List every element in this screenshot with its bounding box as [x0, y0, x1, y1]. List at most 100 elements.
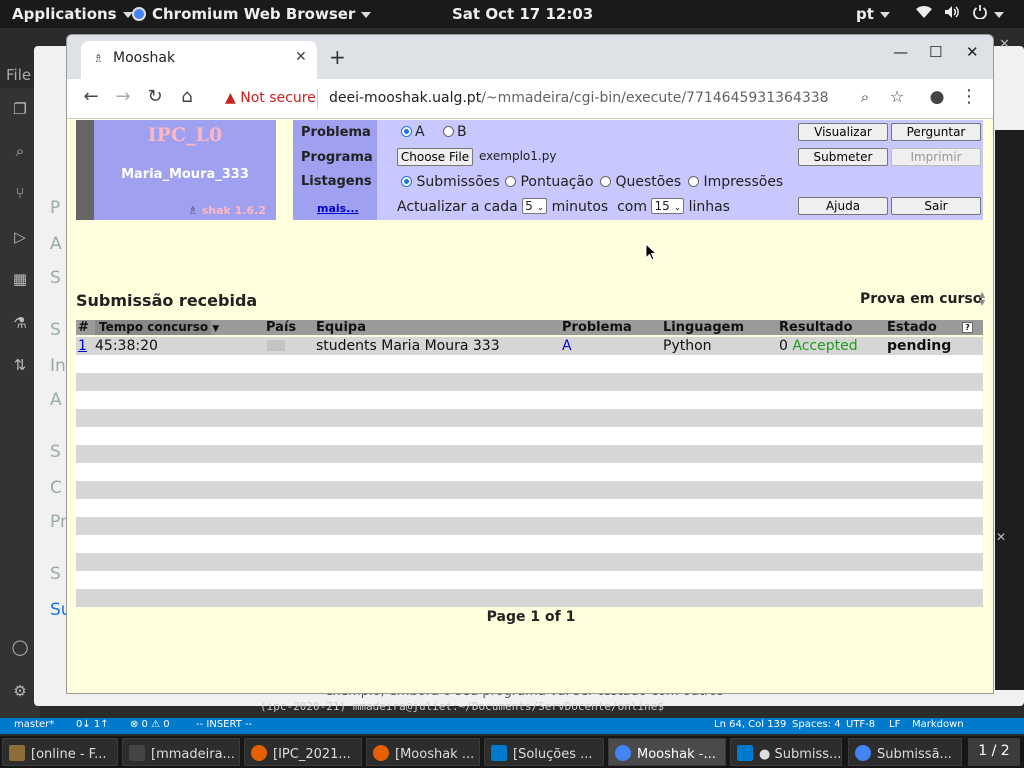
taskbar-item[interactable]: [Soluções ... — [484, 738, 604, 766]
minutes-label: minutos — [551, 199, 609, 215]
control-labels: Problema Programa Listagens mais... — [293, 120, 377, 220]
radio-unselected[interactable] — [443, 126, 454, 137]
chevron-down-icon — [361, 11, 372, 18]
col-pais[interactable]: País — [266, 320, 296, 335]
git-sync[interactable]: 0↓ 1↑ — [76, 719, 109, 730]
col-equipa[interactable]: Equipa — [316, 320, 366, 335]
lines-select[interactable]: 15 ⌄ — [651, 198, 685, 214]
eol[interactable]: LF — [889, 719, 900, 730]
ajuda-button[interactable]: Ajuda — [798, 197, 888, 215]
problem-radio-b[interactable]: B — [443, 124, 467, 140]
perguntar-button[interactable]: Perguntar — [891, 123, 981, 141]
menu-kebab-icon[interactable]: ⋮ — [957, 85, 981, 109]
scroll-arrows-icon[interactable]: ▲ ▼ — [979, 291, 985, 307]
taskbar-item[interactable]: [Mooshak ... — [366, 738, 480, 766]
terminal-icon — [129, 745, 145, 761]
page-content: IPC_L0 Maria_Moura_333 ♗ shak 1.6.2 Prob… — [67, 119, 993, 693]
radio-selected[interactable] — [401, 126, 412, 137]
visualizar-button[interactable]: Visualizar — [798, 123, 888, 141]
listing-questoes[interactable]: Questões — [600, 174, 681, 190]
radio-unselected[interactable] — [688, 176, 699, 187]
taskbar-item-active[interactable]: Mooshak -... — [608, 738, 726, 766]
testing-icon[interactable]: ⚗ — [10, 314, 30, 334]
pull-request-icon[interactable]: ⇅ — [10, 356, 30, 376]
git-branch[interactable]: master* — [14, 719, 54, 730]
reload-icon[interactable]: ↻ — [143, 85, 167, 109]
extensions-icon[interactable]: ▦ — [10, 270, 30, 290]
account-icon[interactable]: ◯ — [10, 638, 30, 658]
run-debug-icon[interactable]: ▷ — [10, 228, 30, 248]
search-icon[interactable]: ⌕ — [10, 142, 30, 162]
listing-submissoes[interactable]: Submissões — [401, 174, 500, 190]
close-window-icon[interactable]: ✕ — [966, 43, 979, 61]
taskbar-item[interactable]: ● Submiss... — [730, 738, 842, 766]
bookmark-star-icon[interactable]: ☆ — [885, 85, 909, 109]
explorer-icon[interactable]: ❐ — [10, 100, 30, 120]
minimize-icon[interactable]: — — [893, 43, 908, 61]
radio-selected[interactable] — [401, 176, 412, 187]
listing-impressoes[interactable]: Impressões — [688, 174, 783, 190]
minutes-select[interactable]: 5 ⌄ — [522, 198, 548, 214]
radio-unselected[interactable] — [505, 176, 516, 187]
table-row-empty — [76, 373, 983, 391]
control-panel: Problema Programa Listagens mais... A B … — [293, 120, 983, 220]
home-icon[interactable]: ⌂ — [175, 85, 199, 109]
settings-gear-icon[interactable]: ⚙ — [10, 682, 30, 702]
bg-letter: S — [50, 564, 61, 584]
col-estado[interactable]: Estado — [887, 320, 937, 335]
more-link[interactable]: mais... — [317, 202, 359, 215]
table-row-empty — [76, 553, 983, 571]
problem-radio-a[interactable]: A — [401, 124, 425, 140]
security-indicator[interactable]: ▲ Not secure — [225, 90, 316, 106]
workspace-pager[interactable]: 1 / 2 — [968, 738, 1020, 766]
row-number-link[interactable]: 1 — [78, 338, 87, 354]
choose-file-button[interactable]: Choose File — [397, 148, 473, 166]
cursor-position[interactable]: Ln 64, Col 139 — [714, 719, 786, 730]
chromium-icon — [855, 745, 871, 761]
back-icon[interactable]: ← — [79, 85, 103, 109]
submeter-button[interactable]: Submeter — [798, 148, 888, 166]
indentation[interactable]: Spaces: 4 — [792, 719, 841, 730]
app-menu[interactable]: Chromium Web Browser — [132, 5, 372, 23]
address-bar[interactable]: deei-mooshak.ualg.pt/~mmadeira/cgi-bin/e… — [329, 90, 829, 106]
maximize-icon[interactable]: ☐ — [929, 43, 942, 61]
encoding[interactable]: UTF-8 — [846, 719, 875, 730]
clock[interactable]: Sat Oct 17 12:03 — [452, 5, 593, 23]
zoom-icon[interactable]: ⌕ — [853, 85, 877, 109]
close-tab-icon[interactable]: ✕ — [295, 49, 307, 65]
listing-pontuacao[interactable]: Pontuação — [505, 174, 594, 190]
new-tab-icon[interactable]: + — [329, 45, 346, 69]
col-problema[interactable]: Problema — [562, 320, 632, 335]
table-row-empty — [76, 355, 983, 373]
file-menu[interactable]: File — [6, 66, 31, 84]
wifi-icon[interactable] — [916, 5, 932, 23]
forward-icon[interactable]: → — [111, 85, 135, 109]
applications-menu[interactable]: Applications — [12, 5, 133, 23]
taskbar-item[interactable]: Submissã... — [848, 738, 962, 766]
col-linguagem[interactable]: Linguagem — [663, 320, 744, 335]
volume-icon[interactable] — [944, 5, 960, 23]
col-resultado[interactable]: Resultado — [779, 320, 853, 335]
table-row[interactable]: 1 45:38:20 students Maria Moura 333 A Py… — [76, 337, 983, 355]
row-problem-link[interactable]: A — [562, 338, 572, 354]
col-number[interactable]: # — [78, 320, 89, 335]
imprimir-button[interactable]: Imprimir — [891, 148, 981, 166]
problems-count[interactable]: ⊗ 0 ⚠ 0 — [130, 719, 170, 730]
radio-unselected[interactable] — [600, 176, 611, 187]
sair-button[interactable]: Sair — [891, 197, 981, 215]
source-control-icon[interactable]: ⑂ — [10, 184, 30, 204]
col-tempo[interactable]: Tempo concurso ▼ — [95, 320, 219, 335]
power-menu[interactable] — [972, 5, 1004, 23]
vscode-icon — [737, 745, 753, 761]
profile-icon[interactable]: ● — [925, 85, 949, 109]
language-mode[interactable]: Markdown — [912, 719, 964, 730]
language-indicator[interactable]: pt — [856, 5, 890, 23]
taskbar-item[interactable]: [IPC_2021... — [244, 738, 362, 766]
background-close-icon[interactable]: ✕ — [999, 37, 1010, 52]
help-icon[interactable]: ? — [962, 322, 973, 333]
panel-close-icon[interactable]: ✕ — [996, 530, 1006, 544]
taskbar-item[interactable]: [mmadeira... — [122, 738, 240, 766]
tab-mooshak[interactable]: ♗ Mooshak ✕ — [81, 41, 317, 79]
taskbar-item[interactable]: [online - F... — [2, 738, 118, 766]
mooshak-logo-icon: ♗ — [188, 204, 198, 217]
